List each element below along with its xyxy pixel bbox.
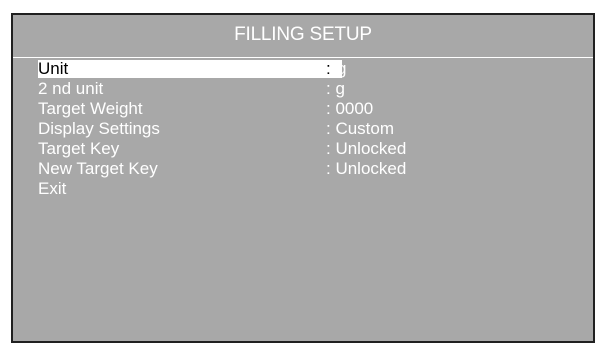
menu-item-unit[interactable]: Unit : g: [13, 59, 593, 79]
menu-item-exit[interactable]: Exit: [13, 179, 593, 199]
menu-item-target-key[interactable]: Target Key : Unlocked: [13, 139, 593, 159]
selection-highlight: [38, 60, 342, 78]
menu-item-value: : Unlocked: [326, 139, 407, 158]
title-divider: [13, 57, 593, 58]
menu-item-label: 2 nd unit: [38, 79, 104, 98]
menu-item-label: Unit: [38, 59, 69, 78]
settings-menu: Unit : g 2 nd unit : g Target Weight : 0…: [13, 59, 593, 199]
menu-item-label: Target Key: [38, 139, 120, 158]
menu-item-label: Target Weight: [38, 99, 143, 118]
filling-setup-screen: FILLING SETUP Unit : g 2 nd unit : g Tar…: [11, 13, 595, 343]
menu-item-label: Exit: [38, 179, 67, 198]
menu-item-value: : g: [326, 79, 345, 98]
menu-item-display-settings[interactable]: Display Settings : Custom: [13, 119, 593, 139]
menu-item-value: g: [337, 59, 347, 78]
menu-item-value: : 0000: [326, 99, 374, 118]
menu-item-new-target-key[interactable]: New Target Key : Unlocked: [13, 159, 593, 179]
screen-title: FILLING SETUP: [234, 24, 372, 45]
menu-item-value: : Unlocked: [326, 159, 407, 178]
menu-item-value: : Custom: [326, 119, 395, 138]
menu-item-colon: :: [326, 59, 331, 78]
menu-item-2nd-unit[interactable]: 2 nd unit : g: [13, 79, 593, 99]
menu-item-label: New Target Key: [38, 159, 158, 178]
menu-item-target-weight[interactable]: Target Weight : 0000: [13, 99, 593, 119]
menu-item-label: Display Settings: [38, 119, 160, 138]
